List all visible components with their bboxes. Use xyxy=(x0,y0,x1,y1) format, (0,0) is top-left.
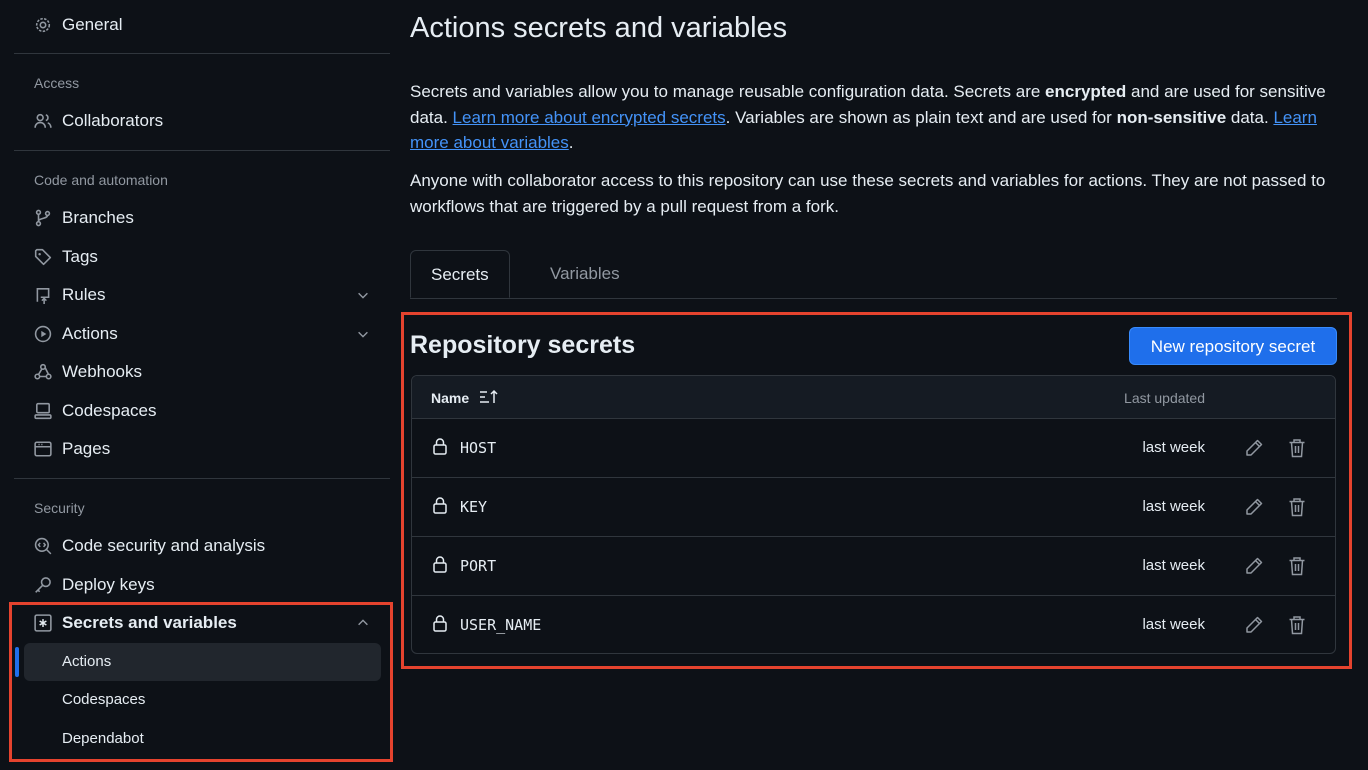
sidebar-item-rules[interactable]: Rules xyxy=(14,276,390,314)
highlight-box-sidebar xyxy=(9,602,393,762)
branch-icon xyxy=(35,209,51,227)
sidebar-item-label: Branches xyxy=(62,208,134,227)
tab-secrets[interactable]: Secrets xyxy=(410,250,510,298)
sidebar-item-label: Pages xyxy=(62,439,111,458)
sidebar-item-code-security[interactable]: Code security and analysis xyxy=(14,527,390,565)
sidebar-item-label: Webhooks xyxy=(62,362,143,381)
repo-push-icon xyxy=(36,288,50,304)
section-heading-security: Security xyxy=(34,500,85,516)
tab-bar: Secrets Variables xyxy=(410,250,1337,299)
sidebar-divider xyxy=(14,150,390,151)
sidebar-item-label: Rules xyxy=(62,285,106,304)
tab-label: Variables xyxy=(550,264,620,283)
sidebar-divider xyxy=(14,53,390,54)
sidebar-item-label: Code security and analysis xyxy=(62,536,266,555)
chevron-down-icon[interactable] xyxy=(356,327,370,341)
sidebar-item-label: Actions xyxy=(62,324,118,343)
gear-icon xyxy=(35,17,51,33)
sidebar-item-tags[interactable]: Tags xyxy=(14,238,390,276)
chevron-down-icon[interactable] xyxy=(356,288,370,302)
sidebar-item-webhooks[interactable]: Webhooks xyxy=(14,353,390,391)
sidebar-item-label: Codespaces xyxy=(62,401,157,420)
tab-label: Secrets xyxy=(431,265,489,284)
codespaces-icon xyxy=(34,402,52,420)
people-icon xyxy=(34,113,52,128)
sidebar-item-label: Collaborators xyxy=(62,111,164,130)
highlight-box-secrets xyxy=(401,312,1352,669)
webhook-icon xyxy=(34,363,52,380)
sidebar-item-label: General xyxy=(62,15,123,34)
sidebar-item-general[interactable]: General xyxy=(14,6,390,44)
intro-emphasis-encrypted: encrypted xyxy=(1045,82,1127,101)
section-heading-code-automation: Code and automation xyxy=(34,172,168,188)
play-circle-icon xyxy=(34,325,52,343)
intro-text: data. xyxy=(1226,107,1274,127)
learn-more-secrets-link[interactable]: Learn more about encrypted secrets xyxy=(453,108,726,127)
codescan-icon xyxy=(34,537,52,555)
sidebar-item-deploy-keys[interactable]: Deploy keys xyxy=(14,566,390,604)
sidebar-item-codespaces[interactable]: Codespaces xyxy=(14,392,390,430)
tab-variables[interactable]: Variables xyxy=(530,250,630,298)
browser-icon xyxy=(34,441,52,457)
intro-emphasis-non-sensitive: non-sensitive xyxy=(1116,107,1227,127)
key-icon xyxy=(35,577,51,593)
intro-text: Secrets and variables allow you to manag… xyxy=(410,82,1046,101)
sidebar-item-branches[interactable]: Branches xyxy=(14,199,390,237)
intro-paragraph: Secrets and variables allow you to manag… xyxy=(410,79,1335,156)
sidebar-item-label: Deploy keys xyxy=(62,575,155,594)
section-heading-access: Access xyxy=(34,75,80,91)
tag-icon xyxy=(34,248,52,266)
page-title: Actions secrets and variables xyxy=(410,12,788,44)
sidebar-item-collaborators[interactable]: Collaborators xyxy=(14,102,390,140)
sidebar-item-pages[interactable]: Pages xyxy=(14,430,390,468)
sidebar-item-actions[interactable]: Actions xyxy=(14,315,390,353)
sidebar-item-label: Tags xyxy=(62,247,98,266)
intro-text: . Variables are shown as plain text and … xyxy=(725,107,1117,127)
access-note: Anyone with collaborator access to this … xyxy=(410,171,1326,216)
intro-text: . xyxy=(568,133,574,152)
sidebar-divider xyxy=(14,478,390,479)
